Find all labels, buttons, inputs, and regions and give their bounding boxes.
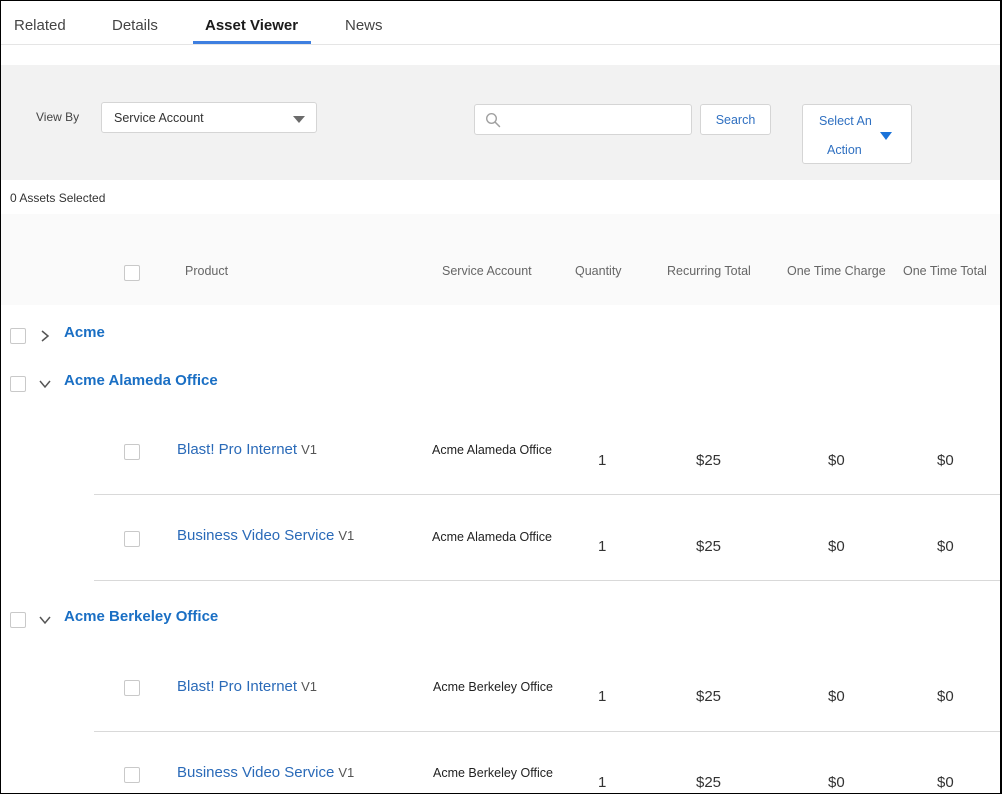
asset-viewer-page: Related Details Asset Viewer News View B… — [1, 1, 1000, 793]
one-time-total-cell: $0 — [937, 774, 954, 791]
group-checkbox[interactable] — [10, 612, 26, 628]
product-link[interactable]: Blast! Pro Internet V1 — [177, 441, 317, 458]
caret-down-icon — [880, 132, 892, 140]
product-name[interactable]: Business Video Service — [177, 764, 334, 781]
quantity-cell: 1 — [598, 452, 607, 469]
group-name[interactable]: Acme Alameda Office — [64, 372, 218, 389]
view-by-value: Service Account — [114, 111, 204, 125]
one-time-charge-cell: $0 — [828, 452, 845, 469]
search-button[interactable]: Search — [700, 104, 771, 135]
product-version: V1 — [301, 442, 317, 457]
row-checkbox[interactable] — [124, 680, 140, 696]
one-time-total-cell: $0 — [937, 452, 954, 469]
column-header-recurring-total[interactable]: Recurring Total — [667, 264, 751, 278]
tab-asset-viewer[interactable]: Asset Viewer — [205, 17, 298, 34]
one-time-total-cell: $0 — [937, 538, 954, 555]
select-all-checkbox[interactable] — [124, 265, 140, 281]
one-time-total-cell: $0 — [937, 688, 954, 705]
service-account-cell: Acme Berkeley Office — [433, 766, 553, 780]
quantity-cell: 1 — [598, 774, 607, 791]
recurring-total-cell: $25 — [696, 538, 722, 555]
group-name[interactable]: Acme Berkeley Office — [64, 608, 218, 625]
tab-bar: Related Details Asset Viewer News — [1, 1, 1000, 45]
group-checkbox[interactable] — [10, 376, 26, 392]
row-checkbox[interactable] — [124, 531, 140, 547]
one-time-charge-cell: $0 — [828, 774, 845, 791]
one-time-charge-cell: $0 — [828, 688, 845, 705]
product-link[interactable]: Business Video Service V1 — [177, 527, 354, 544]
service-account-cell: Acme Alameda Office — [432, 443, 552, 457]
filter-panel: View By Service Account Search Select An… — [1, 65, 1000, 180]
caret-down-icon — [293, 116, 305, 123]
product-version: V1 — [301, 679, 317, 694]
search-input[interactable] — [505, 109, 685, 131]
product-name[interactable]: Blast! Pro Internet — [177, 441, 297, 458]
product-link[interactable]: Blast! Pro Internet V1 — [177, 678, 317, 695]
select-action-button[interactable]: Select An Action — [802, 104, 912, 164]
row-checkbox[interactable] — [124, 444, 140, 460]
column-header-quantity[interactable]: Quantity — [575, 264, 622, 278]
chevron-down-icon[interactable] — [38, 613, 52, 627]
group-name[interactable]: Acme — [64, 324, 105, 341]
chevron-down-icon[interactable] — [38, 377, 52, 391]
selected-count: 0 Assets Selected — [10, 191, 106, 205]
action-label-line1: Select An — [819, 114, 872, 128]
recurring-total-cell: $25 — [696, 774, 722, 791]
view-by-select[interactable]: Service Account — [101, 102, 317, 133]
column-header-one-time-charge[interactable]: One Time Charge — [787, 264, 886, 278]
product-name[interactable]: Blast! Pro Internet — [177, 678, 297, 695]
product-version: V1 — [338, 765, 355, 780]
group-checkbox[interactable] — [10, 328, 26, 344]
service-account-cell: Acme Alameda Office — [432, 530, 552, 544]
tab-news[interactable]: News — [345, 17, 383, 34]
row-divider — [94, 494, 1000, 495]
search-icon — [485, 112, 501, 128]
chevron-right-icon[interactable] — [38, 329, 52, 343]
recurring-total-cell: $25 — [696, 452, 722, 469]
product-link[interactable]: Business Video Service V1 — [177, 764, 354, 781]
active-tab-indicator — [193, 41, 311, 44]
product-name[interactable]: Business Video Service — [177, 527, 334, 544]
tab-related[interactable]: Related — [14, 17, 66, 34]
row-checkbox[interactable] — [124, 767, 140, 783]
view-by-label: View By — [36, 110, 80, 124]
table-header: Product Service Account Quantity Recurri… — [1, 214, 1000, 305]
quantity-cell: 1 — [598, 688, 607, 705]
action-label-line2: Action — [827, 143, 862, 157]
one-time-charge-cell: $0 — [828, 538, 845, 555]
column-header-product[interactable]: Product — [185, 264, 228, 278]
service-account-cell: Acme Berkeley Office — [433, 680, 553, 694]
row-divider — [94, 580, 1000, 581]
recurring-total-cell: $25 — [696, 688, 722, 705]
column-header-one-time-total[interactable]: One Time Total — [903, 264, 987, 278]
tab-details[interactable]: Details — [112, 17, 158, 34]
search-field[interactable] — [474, 104, 692, 135]
quantity-cell: 1 — [598, 538, 607, 555]
column-header-service-account[interactable]: Service Account — [442, 264, 532, 278]
row-divider — [94, 731, 1000, 732]
product-version: V1 — [338, 528, 355, 543]
